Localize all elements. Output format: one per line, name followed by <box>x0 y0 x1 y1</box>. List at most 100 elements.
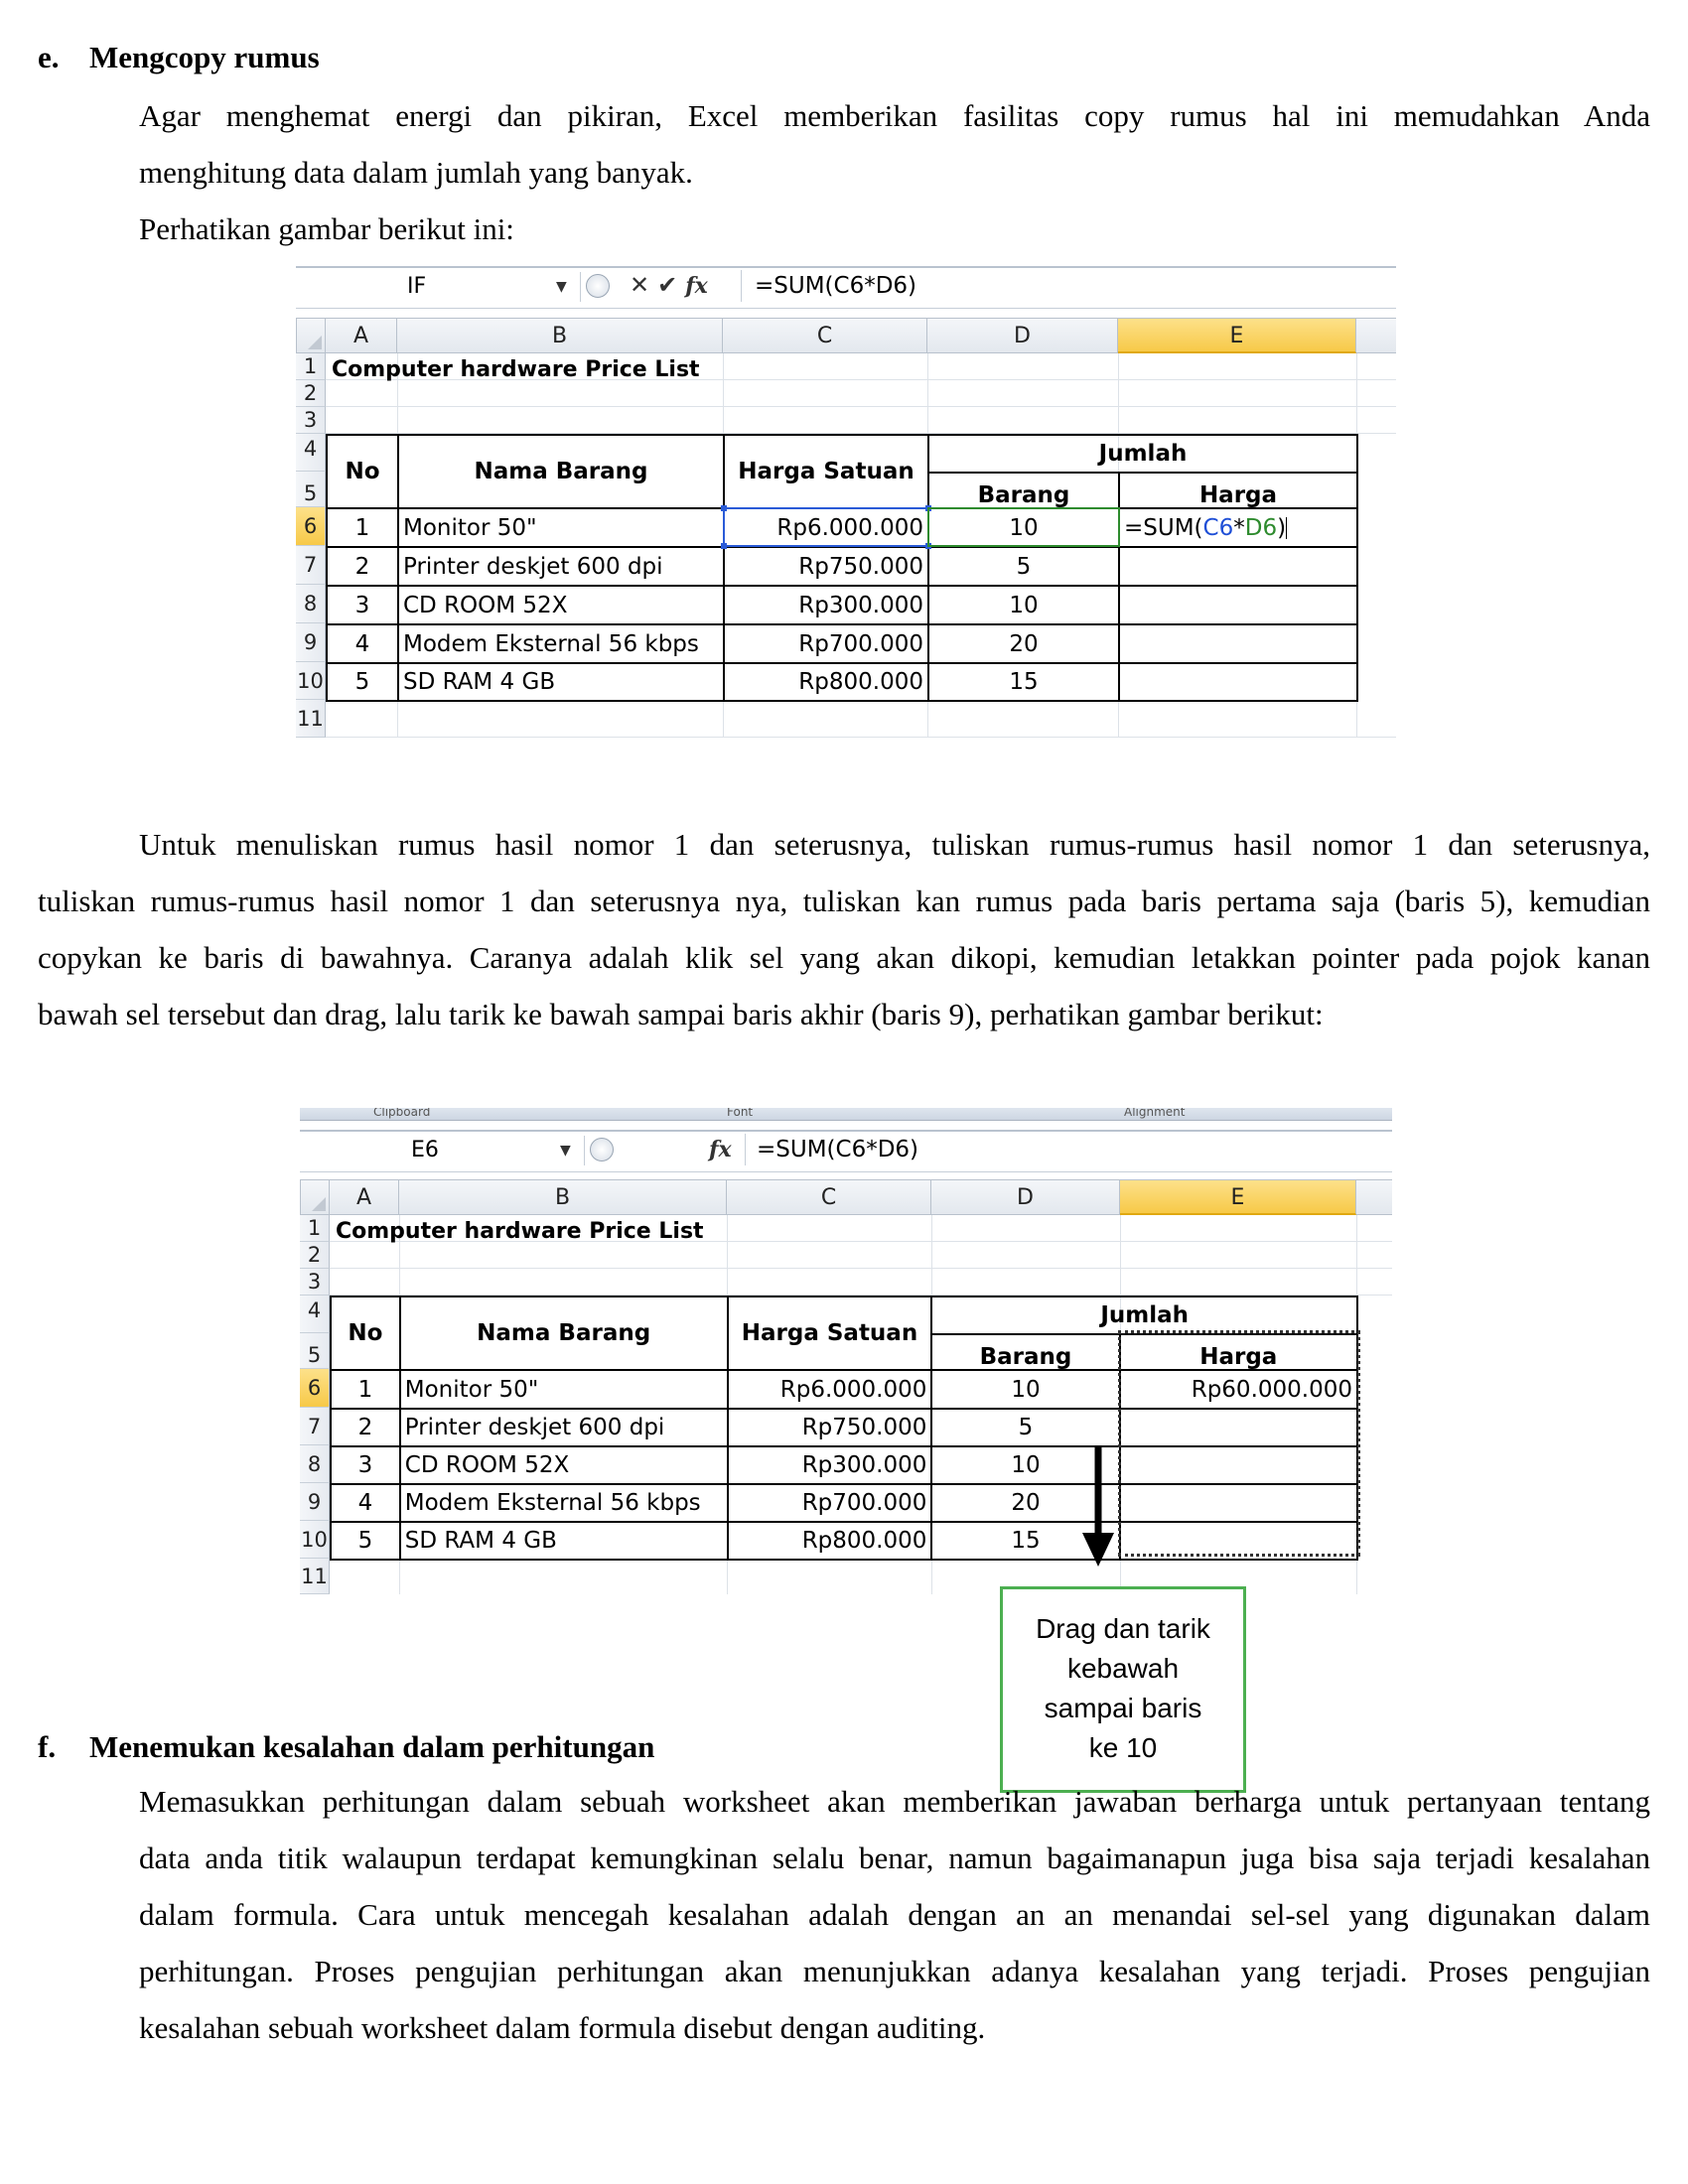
row-header-4[interactable]: 4 <box>296 434 326 472</box>
row-header-1[interactable]: 1 <box>296 353 326 380</box>
cell-harga-satuan[interactable]: Rp700.000 <box>726 1483 933 1523</box>
cell-harga[interactable] <box>1118 1483 1359 1523</box>
cell-nama[interactable]: Printer deskjet 600 dpi <box>397 546 725 587</box>
cell-harga-satuan[interactable]: Rp300.000 <box>726 1445 933 1485</box>
row-header-2[interactable]: 2 <box>296 380 326 407</box>
row-header-3[interactable]: 3 <box>296 407 326 434</box>
middle-line4: bawah sel tersebut dan drag, lalu tarik … <box>38 997 1324 1031</box>
row-header-5[interactable]: 5 <box>296 472 326 507</box>
row-header-1[interactable]: 1 <box>300 1215 330 1242</box>
cell-barang[interactable]: 5 <box>930 1408 1121 1447</box>
cell-no[interactable]: 2 <box>326 546 399 587</box>
col-header-e[interactable]: E <box>1120 1179 1356 1215</box>
col-header-e[interactable]: E <box>1118 318 1356 353</box>
row-header-8[interactable]: 8 <box>300 1445 330 1483</box>
cell-harga[interactable] <box>1118 662 1358 702</box>
row-header-10[interactable]: 10 <box>296 662 326 700</box>
row-header-10[interactable]: 10 <box>300 1521 330 1559</box>
formula-bar-input[interactable]: =SUM(C6*D6) <box>755 268 916 304</box>
cell-harga-satuan[interactable]: Rp800.000 <box>723 662 929 702</box>
row-header-11[interactable]: 11 <box>300 1559 330 1594</box>
header-nama-barang: Nama Barang <box>398 1296 729 1371</box>
row-header-6[interactable]: 6 <box>296 507 326 546</box>
row-header-4[interactable]: 4 <box>300 1296 330 1333</box>
name-box[interactable]: E6 ▼ <box>300 1136 585 1165</box>
cell-harga-satuan[interactable]: Rp750.000 <box>723 546 929 587</box>
cell-harga-satuan[interactable]: Rp6.000.000 <box>723 507 929 548</box>
cell-harga-satuan[interactable]: Rp800.000 <box>726 1521 933 1561</box>
formula-bar-round-handle-icon[interactable] <box>590 1138 614 1161</box>
row-header-8[interactable]: 8 <box>296 585 326 623</box>
col-header-c[interactable]: C <box>727 1179 931 1215</box>
row-header-5[interactable]: 5 <box>300 1333 330 1369</box>
cell-barang[interactable]: 15 <box>927 662 1120 702</box>
cell-nama[interactable]: Modem Eksternal 56 kbps <box>397 623 725 664</box>
cell-e6-result[interactable]: Rp60.000.000 <box>1118 1369 1359 1410</box>
chevron-down-icon[interactable]: ▼ <box>560 1136 571 1165</box>
row-header-7[interactable]: 7 <box>296 546 326 585</box>
chevron-down-icon[interactable]: ▼ <box>556 272 567 302</box>
cell-no[interactable]: 4 <box>326 623 399 664</box>
cell-nama[interactable]: CD ROOM 52X <box>398 1445 729 1485</box>
cell-harga[interactable] <box>1118 546 1358 587</box>
cell-harga[interactable] <box>1118 1408 1359 1447</box>
cancel-x-icon[interactable]: ✕ <box>630 271 649 299</box>
cell-harga-satuan[interactable]: Rp300.000 <box>723 585 929 625</box>
row-header-2[interactable]: 2 <box>300 1242 330 1269</box>
col-header-b[interactable]: B <box>399 1179 727 1215</box>
cell-nama[interactable]: Printer deskjet 600 dpi <box>398 1408 729 1447</box>
cell-no[interactable]: 3 <box>326 585 399 625</box>
cell-harga[interactable] <box>1118 1445 1359 1485</box>
cell-harga-satuan[interactable]: Rp750.000 <box>726 1408 933 1447</box>
row-header-3[interactable]: 3 <box>300 1269 330 1296</box>
row-header-9[interactable]: 9 <box>296 623 326 662</box>
cell-no[interactable]: 5 <box>330 1521 401 1561</box>
cell-no[interactable]: 5 <box>326 662 399 702</box>
select-all-corner[interactable] <box>296 318 326 353</box>
cell-barang[interactable]: 20 <box>927 623 1120 664</box>
select-all-corner[interactable] <box>300 1179 330 1215</box>
col-header-c[interactable]: C <box>723 318 927 353</box>
row-header-11[interactable]: 11 <box>296 700 326 738</box>
cell-nama[interactable]: SD RAM 4 GB <box>397 662 725 702</box>
row-header-6[interactable]: 6 <box>300 1369 330 1408</box>
cell-barang[interactable]: 10 <box>927 507 1120 548</box>
row-header-9[interactable]: 9 <box>300 1483 330 1521</box>
cell-nama[interactable]: Modem Eksternal 56 kbps <box>398 1483 729 1523</box>
name-box-value: IF <box>407 274 427 299</box>
middle-line2: tuliskan rumus-rumus hasil nomor 1 dan s… <box>38 884 1650 918</box>
cell-no[interactable]: 3 <box>330 1445 401 1485</box>
cell-nama[interactable]: Monitor 50" <box>397 507 725 548</box>
header-no: No <box>330 1296 401 1371</box>
col-header-a[interactable]: A <box>330 1179 399 1215</box>
cell-barang[interactable]: 10 <box>927 585 1120 625</box>
formula-bar-round-handle-icon[interactable] <box>586 274 610 298</box>
col-header-d[interactable]: D <box>931 1179 1120 1215</box>
insert-function-fx-icon[interactable]: fx <box>685 273 708 299</box>
cell-barang[interactable]: 5 <box>927 546 1120 587</box>
cell-nama[interactable]: Monitor 50" <box>398 1369 729 1410</box>
cell-harga[interactable] <box>1118 1521 1359 1561</box>
cell-no[interactable]: 1 <box>326 507 399 548</box>
enter-check-icon[interactable]: ✔ <box>657 271 677 299</box>
cell-harga-satuan[interactable]: Rp700.000 <box>723 623 929 664</box>
row-header-7[interactable]: 7 <box>300 1408 330 1445</box>
cell-harga-satuan[interactable]: Rp6.000.000 <box>726 1369 933 1410</box>
cell-e6-editing[interactable]: =SUM(C6*D6) <box>1118 507 1358 548</box>
formula-bar-input[interactable]: =SUM(C6*D6) <box>757 1132 918 1167</box>
cell-no[interactable]: 4 <box>330 1483 401 1523</box>
col-header-a[interactable]: A <box>326 318 397 353</box>
insert-function-fx-icon[interactable]: fx <box>709 1137 732 1162</box>
cell-nama[interactable]: CD ROOM 52X <box>397 585 725 625</box>
cell-harga[interactable] <box>1118 585 1358 625</box>
cell-harga[interactable] <box>1118 623 1358 664</box>
col-header-b[interactable]: B <box>397 318 723 353</box>
cell-no[interactable]: 1 <box>330 1369 401 1410</box>
section-f-heading: f. Menemukan kesalahan dalam perhitungan <box>38 1729 654 1765</box>
col-header-d[interactable]: D <box>927 318 1118 353</box>
section-e-heading: e. Mengcopy rumus <box>38 40 320 75</box>
cell-barang[interactable]: 10 <box>930 1369 1121 1410</box>
name-box[interactable]: IF ▼ <box>296 272 581 302</box>
cell-no[interactable]: 2 <box>330 1408 401 1447</box>
cell-nama[interactable]: SD RAM 4 GB <box>398 1521 729 1561</box>
